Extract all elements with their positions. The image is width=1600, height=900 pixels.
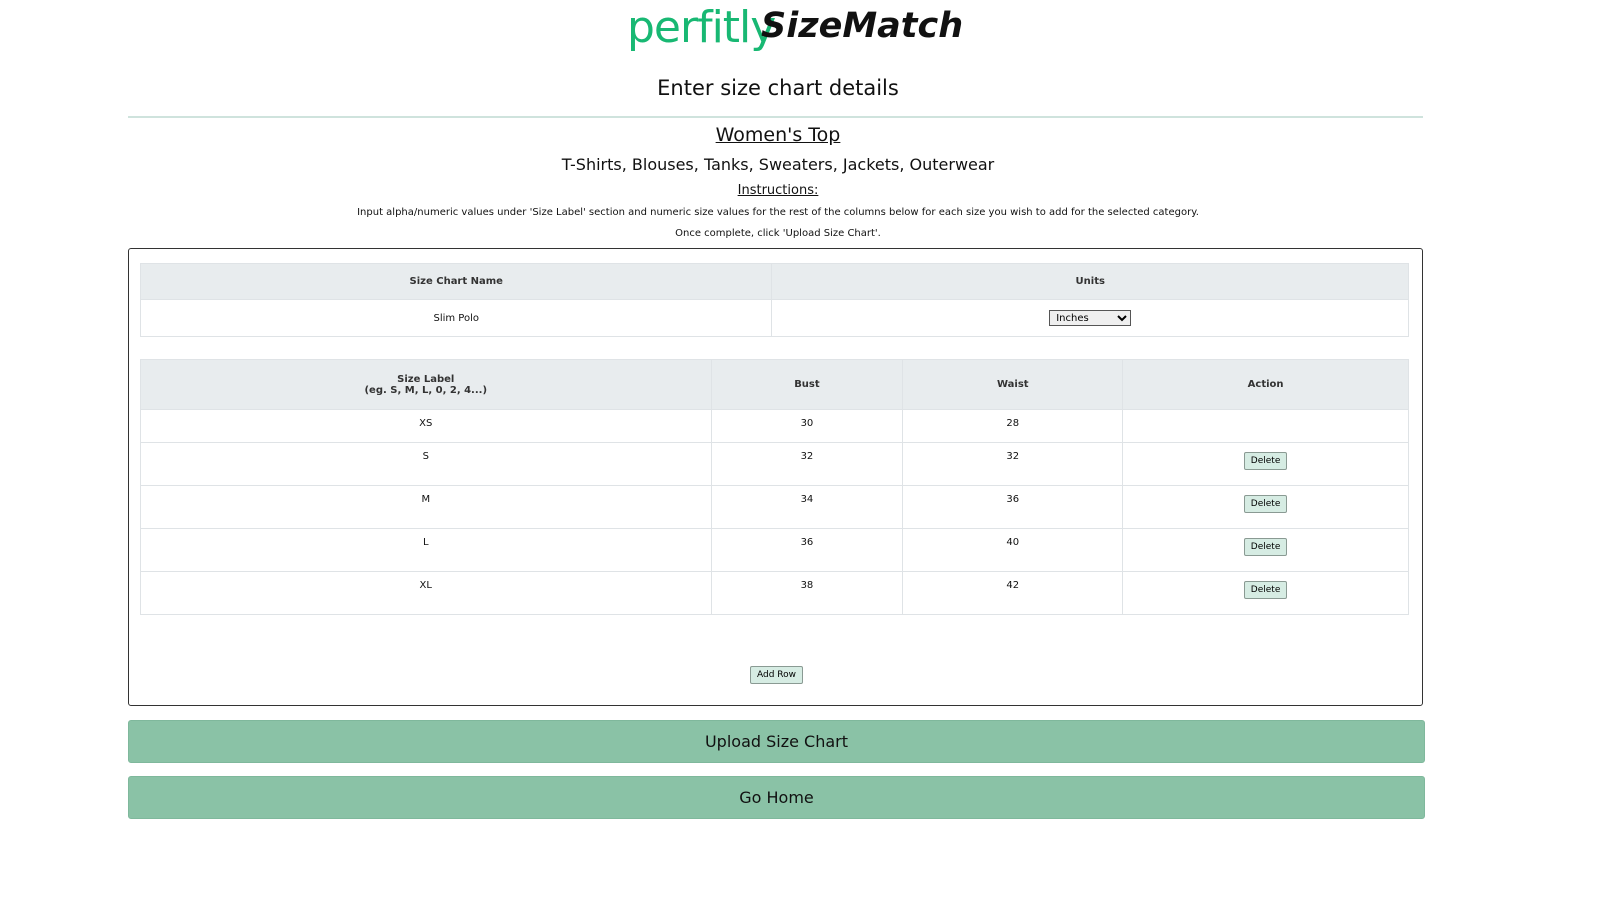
action-cell: Delete: [1122, 442, 1409, 486]
table-row: L 36 40 Delete: [140, 528, 1409, 572]
size-chart-name-value[interactable]: Slim Polo: [139, 299, 773, 337]
instructions-line-2: Once complete, click 'Upload Size Chart'…: [675, 228, 881, 239]
action-cell: Delete: [1122, 485, 1409, 529]
page-title: Enter size chart details: [657, 76, 899, 100]
divider: [128, 116, 1423, 118]
instructions-title: Instructions:: [737, 183, 819, 198]
brand-name-sizematch: SizeMatch: [761, 6, 964, 46]
instructions-line-1: Input alpha/numeric values under 'Size L…: [357, 207, 1199, 218]
table-row: XS 30 28: [140, 409, 1409, 443]
category-title: Women's Top: [715, 124, 841, 146]
size-label-header-text: Size Label: [397, 373, 455, 385]
waist-cell[interactable]: 40: [902, 528, 1124, 572]
action-cell: Delete: [1122, 528, 1409, 572]
waist-header: Waist: [902, 359, 1124, 410]
upload-size-chart-button[interactable]: Upload Size Chart: [128, 720, 1425, 763]
waist-cell[interactable]: 36: [902, 485, 1124, 529]
size-chart-name-header: Size Chart Name: [139, 263, 773, 300]
header: perfitly SizeMatch: [0, 0, 1600, 60]
brand-name-perfitly: perfitly: [627, 2, 776, 53]
size-label-cell[interactable]: L: [140, 528, 712, 572]
size-table: Size Label (eg. S, M, L, 0, 2, 4...) Bus…: [140, 359, 1409, 615]
bust-cell[interactable]: 32: [710, 442, 904, 486]
table-row: S 32 32 Delete: [140, 442, 1409, 486]
go-home-button[interactable]: Go Home: [128, 776, 1425, 819]
bust-header: Bust: [710, 359, 904, 410]
bust-cell[interactable]: 30: [710, 409, 904, 443]
waist-cell[interactable]: 32: [902, 442, 1124, 486]
delete-row-button[interactable]: Delete: [1243, 495, 1288, 513]
delete-row-button[interactable]: Delete: [1243, 452, 1288, 470]
bust-cell[interactable]: 38: [710, 571, 904, 615]
units-cell: Inches: [771, 299, 1409, 337]
units-select[interactable]: Inches: [1049, 310, 1132, 326]
delete-row-button[interactable]: Delete: [1243, 581, 1288, 599]
table-row: M 34 36 Delete: [140, 485, 1409, 529]
delete-row-button[interactable]: Delete: [1243, 538, 1288, 556]
table-row: XL 38 42 Delete: [140, 571, 1409, 615]
waist-cell[interactable]: 28: [902, 409, 1124, 443]
action-cell: [1122, 409, 1409, 443]
waist-cell[interactable]: 42: [902, 571, 1124, 615]
action-cell: Delete: [1122, 571, 1409, 615]
category-subtitle: T-Shirts, Blouses, Tanks, Sweaters, Jack…: [561, 155, 995, 174]
units-header: Units: [771, 263, 1409, 300]
size-label-header: Size Label (eg. S, M, L, 0, 2, 4...): [140, 359, 712, 410]
bust-cell[interactable]: 34: [710, 485, 904, 529]
size-label-cell[interactable]: XL: [140, 571, 712, 615]
chart-info-table: Size Chart Name Units Slim Polo Inches: [139, 263, 1409, 337]
action-header: Action: [1122, 359, 1409, 410]
size-label-cell[interactable]: S: [140, 442, 712, 486]
size-label-header-hint: (eg. S, M, L, 0, 2, 4...): [364, 384, 488, 396]
brand-logo: perfitly SizeMatch: [627, 0, 963, 60]
bust-cell[interactable]: 36: [710, 528, 904, 572]
size-label-cell[interactable]: XS: [140, 409, 712, 443]
add-row-button[interactable]: Add Row: [750, 666, 804, 684]
size-label-cell[interactable]: M: [140, 485, 712, 529]
